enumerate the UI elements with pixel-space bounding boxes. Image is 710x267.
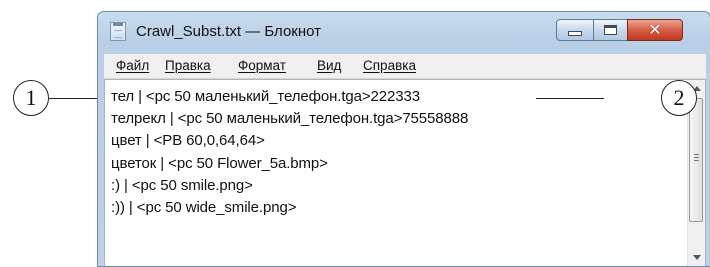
text-editor[interactable]: тел | <pc 50 маленький_телефон.tga>22233… — [104, 79, 706, 266]
menu-format[interactable]: Формат — [238, 58, 286, 73]
menu-help[interactable]: Справка — [363, 58, 416, 73]
close-icon: ✕ — [648, 22, 662, 39]
minimize-icon — [568, 30, 582, 36]
menu-view[interactable]: Вид — [317, 58, 341, 73]
callout-2: 2 — [661, 80, 697, 116]
maximize-icon — [604, 25, 617, 35]
minimize-button[interactable] — [556, 19, 594, 41]
text-line: тел | <pc 50 маленький_телефон.tga>22233… — [111, 88, 421, 105]
maximize-button[interactable] — [593, 19, 628, 41]
scroll-thumb[interactable] — [689, 98, 703, 222]
callout-1: 1 — [13, 80, 49, 116]
text-line: телрекл | <pc 50 маленький_телефон.tga>7… — [111, 110, 469, 127]
arrow-down-icon — [692, 255, 701, 260]
text-line: :)) | <pc 50 wide_smile.png> — [111, 199, 297, 216]
menu-file[interactable]: Файл — [116, 58, 149, 73]
callout-1-label: 1 — [25, 85, 37, 110]
menu-edit[interactable]: Правка — [165, 58, 211, 73]
callout-2-leader — [536, 98, 604, 99]
title-bar[interactable]: Crawl_Subst.txt — Блокнот ✕ — [98, 12, 710, 50]
text-line: :) | <pc 50 smile.png> — [111, 177, 253, 194]
grip-icon — [694, 154, 699, 163]
notepad-window: Crawl_Subst.txt — Блокнот ✕ Файл Правка … — [97, 11, 710, 267]
close-button[interactable]: ✕ — [627, 19, 683, 41]
callout-2-label: 2 — [673, 85, 685, 110]
notepad-icon[interactable] — [110, 22, 126, 41]
menu-bar: Файл Правка Формат Вид Справка — [104, 54, 706, 79]
text-line: цвет | <PB 60,0,64,64> — [111, 132, 265, 149]
scroll-down-button[interactable] — [688, 249, 705, 266]
window-title: Crawl_Subst.txt — Блокнот — [136, 23, 322, 40]
text-line: цветок | <pc 50 Flower_5a.bmp> — [111, 155, 328, 172]
